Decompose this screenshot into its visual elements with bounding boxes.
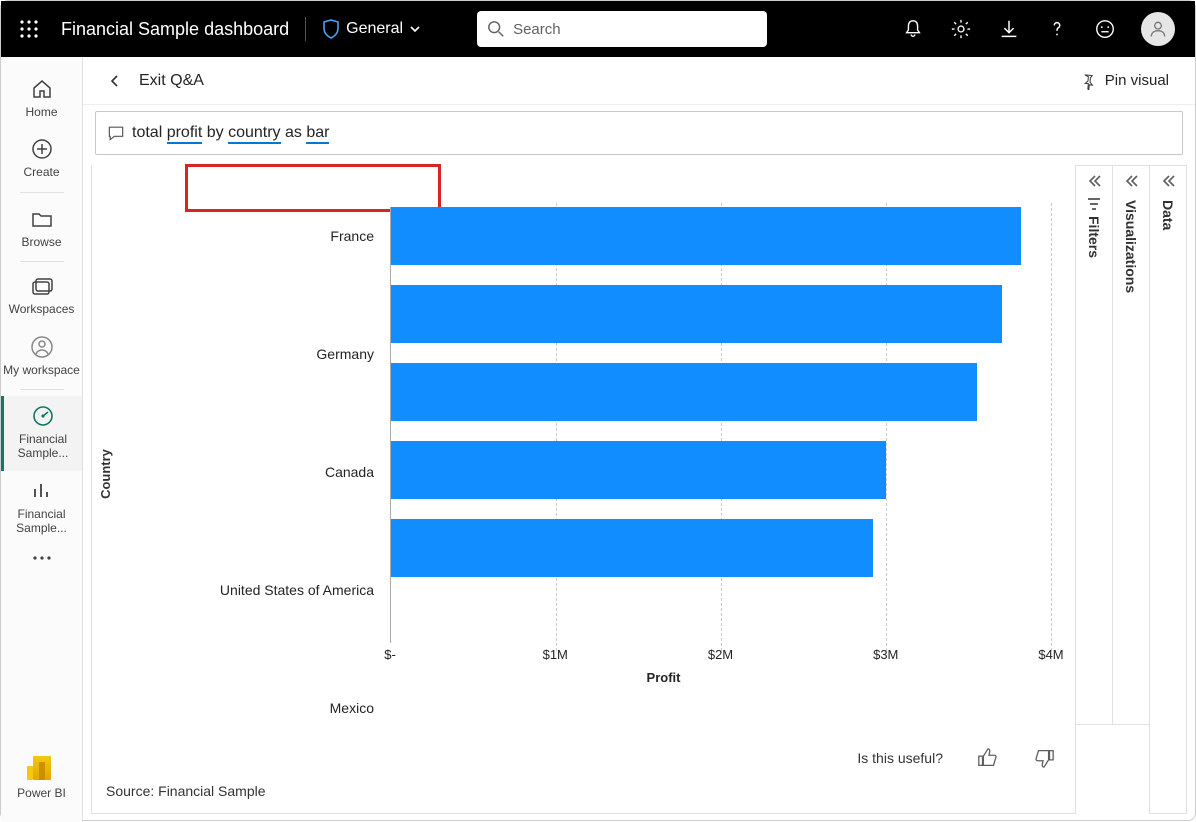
category-labels: France Germany Canada United States of A… — [122, 207, 382, 757]
qna-input[interactable]: total profit by country as bar — [95, 111, 1183, 155]
app-launcher-icon[interactable] — [13, 13, 45, 45]
category-label: Canada — [122, 443, 374, 501]
dashboard-title: Financial Sample dashboard — [61, 19, 289, 40]
feedback-icon[interactable] — [1093, 17, 1117, 41]
chevron-left-double-icon[interactable] — [1087, 174, 1101, 188]
shield-icon — [322, 19, 340, 39]
bar[interactable] — [391, 519, 873, 577]
x-tick: $2M — [708, 647, 733, 662]
x-tick: $4M — [1038, 647, 1063, 662]
back-button[interactable] — [103, 69, 127, 93]
person-circle-icon — [30, 335, 54, 359]
pane-label: Data — [1160, 200, 1176, 230]
nav-my-workspace[interactable]: My workspace — [1, 327, 82, 387]
nav-create[interactable]: Create — [1, 129, 82, 189]
x-tick: $3M — [873, 647, 898, 662]
filters-icon — [1086, 196, 1102, 212]
nav-home[interactable]: Home — [1, 69, 82, 129]
divider — [305, 17, 306, 41]
chevron-left-double-icon[interactable] — [1161, 174, 1175, 188]
nav-label: My workspace — [3, 363, 80, 377]
nav-label: Financial Sample... — [1, 507, 82, 536]
nav-label: Power BI — [17, 786, 66, 800]
sensitivity-dropdown[interactable]: General — [322, 19, 421, 39]
y-axis-label: Country — [98, 449, 113, 499]
account-avatar[interactable] — [1141, 12, 1175, 46]
chevron-left-icon — [108, 74, 122, 88]
feedback-row: Is this useful? — [857, 747, 1055, 769]
chat-icon — [106, 123, 126, 143]
pin-visual-label: Pin visual — [1105, 72, 1169, 89]
pin-icon — [1079, 72, 1097, 90]
bar-chart-icon — [30, 479, 54, 503]
topbar-actions — [901, 12, 1183, 46]
folder-icon — [30, 207, 54, 231]
plus-circle-icon — [30, 137, 54, 161]
filters-pane-collapsed[interactable]: Filters — [1075, 165, 1113, 725]
plot-area — [390, 207, 1051, 643]
exit-qna-label[interactable]: Exit Q&A — [139, 72, 204, 90]
bar[interactable] — [391, 441, 886, 499]
ellipsis-icon — [30, 554, 54, 562]
main-content: Exit Q&A Pin visual total profit by coun… — [83, 57, 1195, 822]
source-label: Source: Financial Sample — [92, 783, 1075, 813]
nav-label: Workspaces — [9, 302, 75, 316]
search-placeholder: Search — [513, 21, 561, 38]
category-label: Mexico — [122, 679, 374, 737]
data-pane-collapsed[interactable]: Data — [1149, 165, 1187, 814]
nav-label: Financial Sample... — [4, 432, 82, 461]
nav-more[interactable] — [1, 546, 82, 572]
qna-text: total profit by country as bar — [132, 124, 329, 142]
help-icon[interactable] — [1045, 17, 1069, 41]
left-nav: Home Create Browse Workspaces My workspa… — [1, 57, 83, 822]
home-icon — [30, 77, 54, 101]
download-icon[interactable] — [997, 17, 1021, 41]
pane-label: Visualizations — [1123, 200, 1139, 293]
chevron-down-icon — [409, 23, 421, 35]
subheader: Exit Q&A Pin visual — [83, 57, 1195, 105]
thumbs-down-button[interactable] — [1033, 747, 1055, 769]
settings-icon[interactable] — [949, 17, 973, 41]
x-tick: $- — [384, 647, 396, 662]
nav-label: Browse — [21, 235, 61, 249]
workspaces-icon — [30, 276, 54, 298]
bar[interactable] — [391, 285, 1002, 343]
x-tick: $1M — [543, 647, 568, 662]
nav-workspaces[interactable]: Workspaces — [1, 268, 82, 326]
chevron-left-double-icon[interactable] — [1124, 174, 1138, 188]
pin-visual-button[interactable]: Pin visual — [1079, 72, 1175, 90]
x-axis-label: Profit — [647, 670, 681, 685]
nav-report-financial-sample[interactable]: Financial Sample... — [1, 471, 82, 546]
nav-browse[interactable]: Browse — [1, 199, 82, 259]
gauge-icon — [31, 404, 55, 428]
feedback-prompt: Is this useful? — [857, 750, 943, 766]
visualizations-pane-collapsed[interactable]: Visualizations — [1112, 165, 1150, 725]
nav-label: Home — [25, 105, 57, 119]
thumbs-up-button[interactable] — [977, 747, 999, 769]
search-icon — [487, 20, 505, 38]
topbar: Financial Sample dashboard General Searc… — [1, 1, 1195, 57]
pane-label: Filters — [1086, 216, 1102, 258]
nav-dashboard-financial-sample[interactable]: Financial Sample... — [1, 396, 82, 471]
x-axis-ticks: $-$1M$2M$3M$4M — [390, 647, 1051, 667]
nav-label: Create — [23, 165, 59, 179]
notifications-icon[interactable] — [901, 17, 925, 41]
nav-powerbi-brand[interactable]: Power BI — [1, 748, 82, 810]
category-label: United States of America — [122, 561, 374, 619]
visual-canvas: Country France Germany Canada United Sta… — [91, 165, 1076, 814]
bar[interactable] — [391, 207, 1021, 265]
search-input[interactable]: Search — [477, 11, 767, 47]
bar[interactable] — [391, 363, 977, 421]
category-label: France — [122, 207, 374, 265]
powerbi-logo-icon — [33, 756, 51, 780]
sensitivity-label: General — [346, 20, 403, 38]
bar-chart: Country France Germany Canada United Sta… — [92, 165, 1075, 783]
category-label: Germany — [122, 325, 374, 383]
